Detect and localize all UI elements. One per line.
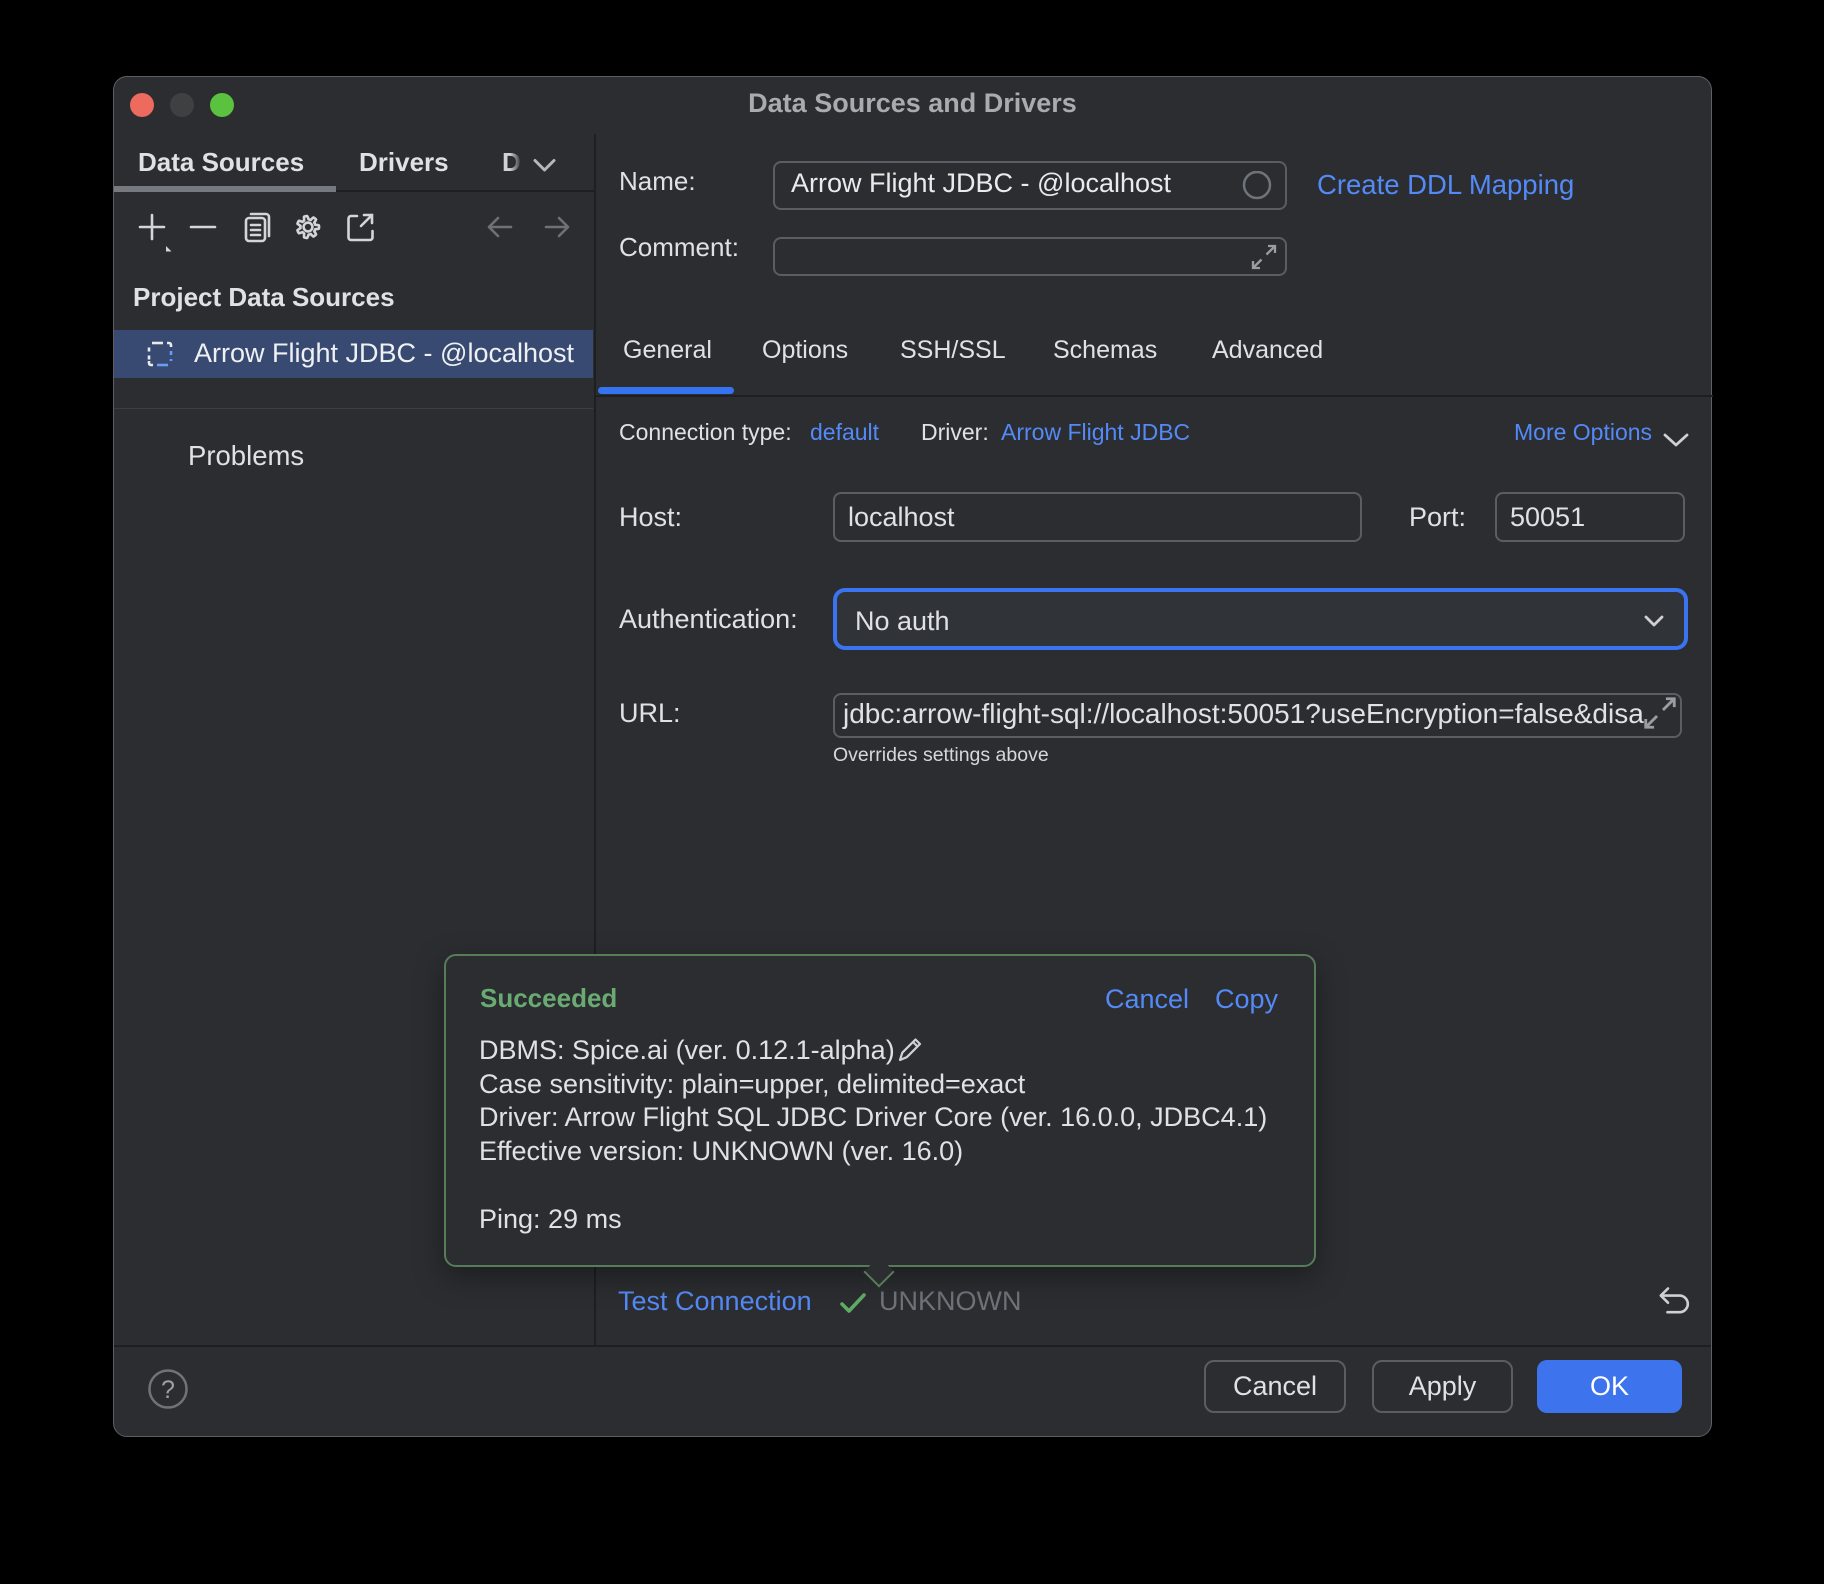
svg-text:?: ? xyxy=(161,1376,175,1404)
